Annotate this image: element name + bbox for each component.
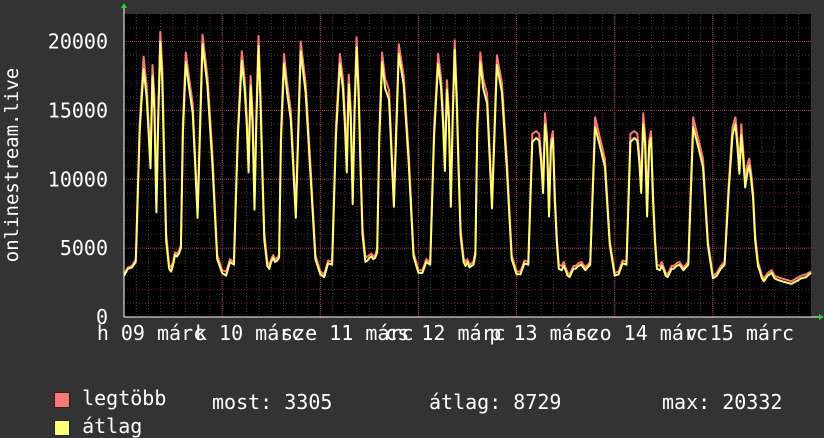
x-tick-label: h 09 márc xyxy=(97,321,205,345)
stat-now: most: 3305 xyxy=(212,390,333,414)
stat-avg: átlag: 8729 xyxy=(429,390,562,414)
legend-label-avg: átlag xyxy=(82,414,143,438)
y-tick-label: 20000 xyxy=(48,30,108,54)
y-axis-arrow-icon xyxy=(121,3,127,8)
stat-max: max: 20332 xyxy=(662,390,783,414)
x-axis-arrow-icon xyxy=(819,314,824,320)
x-tick-label: cs 12 márc xyxy=(385,321,505,345)
y-tick-label: 5000 xyxy=(60,236,108,260)
y-axis-label: onlinestream.live xyxy=(1,68,23,262)
x-tick-label: v 15 márc xyxy=(686,321,794,345)
y-tick-label: 10000 xyxy=(48,167,108,191)
y-tick-label: 15000 xyxy=(48,98,108,122)
chart: 05000100001500020000h 09 márck 10 márcsz… xyxy=(1,3,824,345)
legend-swatch-avg xyxy=(54,419,71,436)
legend-row-2: átlag xyxy=(30,390,142,438)
